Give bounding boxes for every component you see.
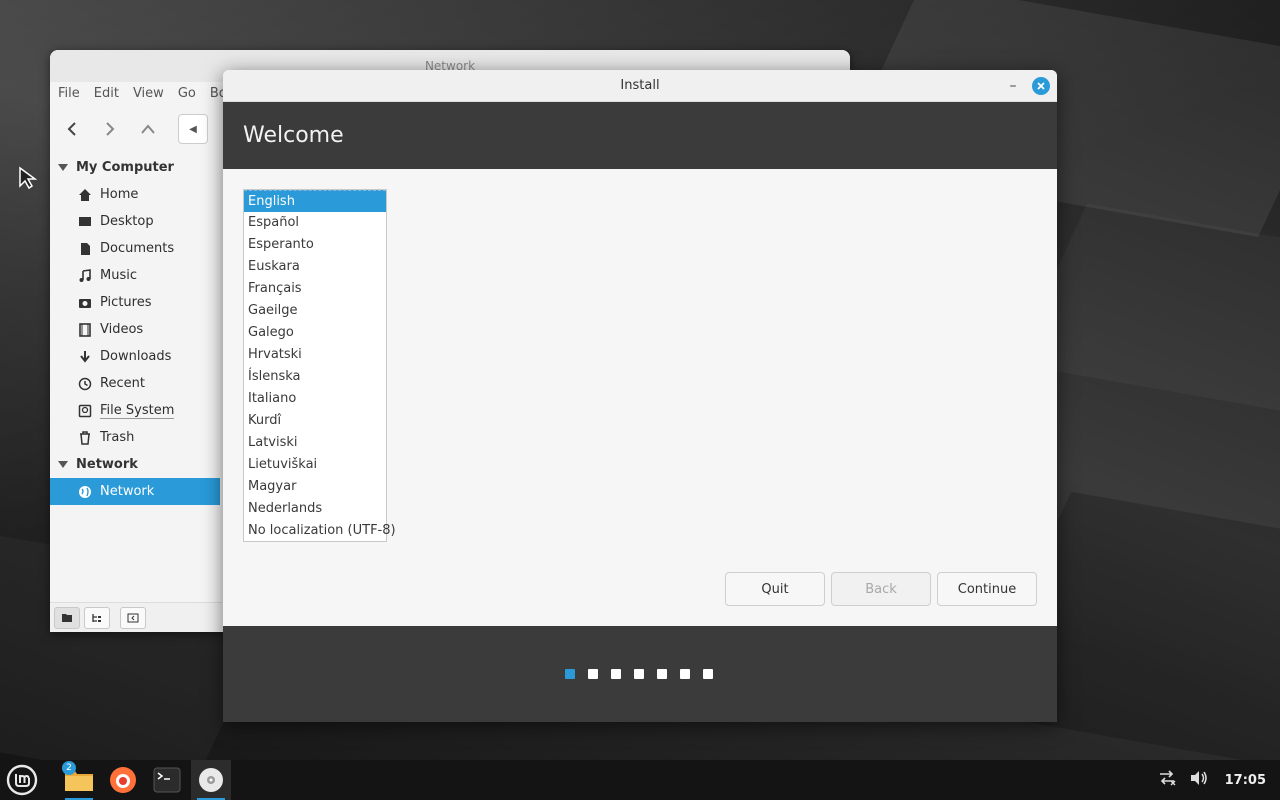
globe-icon <box>78 485 92 499</box>
file-manager-menubar: File Edit View Go Bo <box>58 86 227 101</box>
continue-button[interactable]: Continue <box>937 572 1037 606</box>
home-icon <box>78 188 92 202</box>
language-item[interactable]: Gaeilge <box>244 300 386 322</box>
sidebar-item-videos[interactable]: Videos <box>50 316 220 343</box>
window-title: Install <box>620 78 660 93</box>
step-indicator <box>565 669 713 679</box>
terminal-icon <box>153 767 181 793</box>
language-item[interactable]: Esperanto <box>244 234 386 256</box>
mouse-cursor-icon <box>19 166 38 190</box>
taskbar-firefox[interactable] <box>103 760 143 800</box>
sidebar-header-my-computer[interactable]: My Computer <box>50 154 220 181</box>
sidebar-item-music[interactable]: Music <box>50 262 220 289</box>
sidebar-item-network[interactable]: Network <box>50 478 220 505</box>
language-item[interactable]: Nederlands <box>244 498 386 520</box>
taskbar: 17:05 <box>0 760 1280 800</box>
taskbar-terminal[interactable] <box>147 760 187 800</box>
language-item[interactable]: Italiano <box>244 388 386 410</box>
file-manager-sidebar: My Computer Home Desktop Documents Music… <box>50 154 220 600</box>
volume-icon[interactable] <box>1189 769 1209 791</box>
language-item[interactable]: Euskara <box>244 256 386 278</box>
music-icon <box>78 268 92 283</box>
language-item[interactable]: Français <box>244 278 386 300</box>
drive-icon <box>78 404 92 418</box>
sidebar-item-pictures[interactable]: Pictures <box>50 289 220 316</box>
language-item[interactable]: Latviski <box>244 432 386 454</box>
sidebar-item-home[interactable]: Home <box>50 181 220 208</box>
clock[interactable]: 17:05 <box>1225 773 1266 788</box>
expander-icon <box>58 461 68 468</box>
back-arrow-icon[interactable] <box>58 115 86 143</box>
mint-logo-icon <box>6 764 38 796</box>
sidebar-item-trash[interactable]: Trash <box>50 424 220 451</box>
install-header: Welcome <box>223 102 1057 169</box>
minimize-icon[interactable]: – <box>1003 76 1023 96</box>
menu-edit[interactable]: Edit <box>94 86 119 101</box>
taskbar-installer[interactable] <box>191 760 231 800</box>
menu-view[interactable]: View <box>133 86 164 101</box>
language-item[interactable]: Hrvatski <box>244 344 386 366</box>
language-item[interactable]: Español <box>244 212 386 234</box>
language-item[interactable]: No localization (UTF-8) <box>244 520 396 542</box>
language-item[interactable]: Íslenska <box>244 366 386 388</box>
trash-icon <box>78 430 92 445</box>
install-window[interactable]: Install – Welcome English Español Espera… <box>223 70 1057 722</box>
system-tray: 17:05 <box>1157 760 1266 800</box>
sidebar-header-network[interactable]: Network <box>50 451 220 478</box>
sidebar-item-downloads[interactable]: Downloads <box>50 343 220 370</box>
sidebar-item-recent[interactable]: Recent <box>50 370 220 397</box>
expander-icon <box>58 164 68 171</box>
desktop-icon <box>78 215 92 229</box>
sidebar-item-desktop[interactable]: Desktop <box>50 208 220 235</box>
language-list[interactable]: English Español Esperanto Euskara França… <box>243 189 396 542</box>
download-icon <box>78 350 92 364</box>
sidebar-item-file-system[interactable]: File System <box>50 397 220 424</box>
back-button[interactable]: Back <box>831 572 931 606</box>
document-icon <box>78 242 92 256</box>
firefox-icon <box>110 767 136 793</box>
toggle-sidebar-icon[interactable] <box>120 606 146 629</box>
step-dot <box>588 669 598 679</box>
step-dot <box>680 669 690 679</box>
install-titlebar[interactable]: Install – <box>223 70 1057 102</box>
step-dot <box>634 669 644 679</box>
menu-go[interactable]: Go <box>178 86 196 101</box>
step-dot <box>703 669 713 679</box>
start-menu-button[interactable] <box>2 760 42 800</box>
file-manager-statusbar <box>50 602 222 632</box>
camera-icon <box>78 296 92 310</box>
language-item[interactable]: Kurdî <box>244 410 386 432</box>
network-disconnected-icon[interactable] <box>1157 769 1177 791</box>
forward-arrow-icon[interactable] <box>96 115 124 143</box>
notification-badge: 2 <box>62 761 76 775</box>
page-title: Welcome <box>243 123 344 148</box>
path-back-icon[interactable]: ◀ <box>178 114 208 144</box>
install-footer <box>223 626 1057 722</box>
file-manager-toolbar: ◀ <box>58 114 208 144</box>
disc-icon <box>199 768 223 792</box>
tree-view-icon[interactable] <box>84 606 110 629</box>
places-view-icon[interactable] <box>54 606 80 629</box>
step-dot <box>565 669 575 679</box>
language-item[interactable]: Lietuviškai <box>244 454 386 476</box>
language-item[interactable]: Magyar <box>244 476 386 498</box>
quit-button[interactable]: Quit <box>725 572 825 606</box>
menu-file[interactable]: File <box>58 86 80 101</box>
step-dot <box>611 669 621 679</box>
film-icon <box>78 322 92 337</box>
close-icon[interactable] <box>1032 77 1050 95</box>
step-dot <box>657 669 667 679</box>
sidebar-item-documents[interactable]: Documents <box>50 235 220 262</box>
language-item[interactable]: English <box>244 190 386 212</box>
up-arrow-icon[interactable] <box>134 115 162 143</box>
clock-icon <box>78 377 92 391</box>
language-item[interactable]: Galego <box>244 322 386 344</box>
